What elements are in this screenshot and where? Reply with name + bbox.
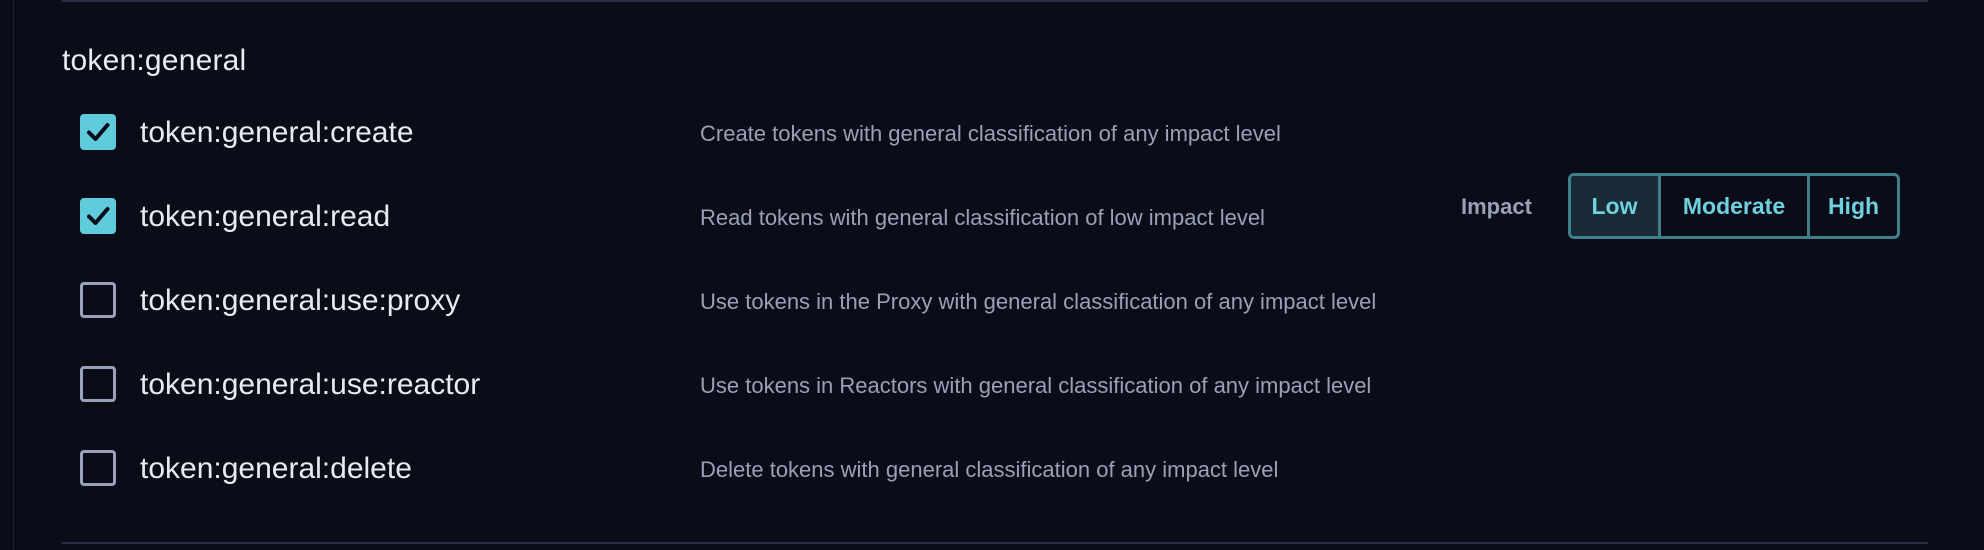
checkmark-icon (87, 207, 110, 225)
permission-description: Use tokens in Reactors with general clas… (700, 373, 1372, 398)
impact-option-high[interactable]: High (1807, 176, 1897, 236)
permission-name: token:general:use:reactor (140, 368, 481, 401)
permission-description: Use tokens in the Proxy with general cla… (700, 289, 1377, 314)
permission-row-create: token:general:create Create tokens with … (78, 112, 1928, 152)
permission-description: Delete tokens with general classificatio… (700, 457, 1279, 482)
section-divider-bottom (62, 542, 1928, 544)
permission-name: token:general:delete (140, 452, 412, 485)
permission-name: token:general:use:proxy (140, 284, 461, 317)
permission-row-use-reactor: token:general:use:reactor Use tokens in … (78, 364, 1928, 404)
impact-option-moderate[interactable]: Moderate (1658, 176, 1807, 236)
impact-level-selector: Low Moderate High (1568, 173, 1900, 239)
permission-name: token:general:create (140, 116, 414, 149)
checkbox-token-general-create[interactable] (80, 114, 116, 150)
checkbox-token-general-use-proxy[interactable] (80, 282, 116, 318)
permission-row-delete: token:general:delete Delete tokens with … (78, 448, 1928, 488)
permission-description: Read tokens with general classification … (700, 205, 1265, 230)
permission-description: Create tokens with general classificatio… (700, 121, 1281, 146)
checkbox-token-general-read[interactable] (80, 198, 116, 234)
section-divider-top (62, 0, 1928, 2)
permission-name: token:general:read (140, 200, 391, 233)
impact-label: Impact (1461, 194, 1532, 219)
permission-group-title: token:general (62, 44, 247, 77)
checkbox-token-general-delete[interactable] (80, 450, 116, 486)
permission-row-use-proxy: token:general:use:proxy Use tokens in th… (78, 280, 1928, 320)
panel-left-border (13, 0, 14, 550)
impact-option-low[interactable]: Low (1571, 176, 1658, 236)
checkbox-token-general-use-reactor[interactable] (80, 366, 116, 402)
checkmark-icon (87, 123, 110, 141)
